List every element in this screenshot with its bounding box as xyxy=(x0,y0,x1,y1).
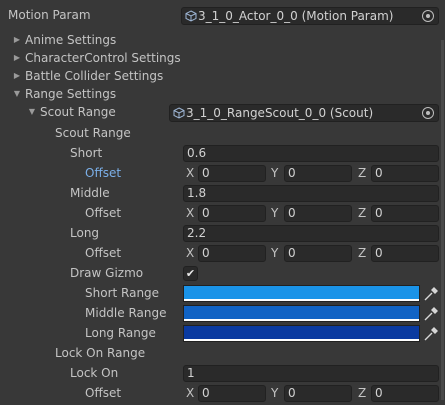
scout-range-ref-row: ▼ Scout Range 3_1_0_RangeScout_0_0 (Scou… xyxy=(0,102,445,122)
color-swatch xyxy=(184,326,419,339)
long-offset-y-field[interactable]: 0 xyxy=(284,245,352,262)
eyedropper-icon[interactable] xyxy=(423,306,439,322)
lock-on-offset-y-field[interactable]: 0 xyxy=(284,385,352,402)
y-axis-label: Y xyxy=(271,166,279,180)
lock-on-range-header-label: Lock On Range xyxy=(55,346,146,360)
foldout-label: Battle Collider Settings xyxy=(25,69,164,83)
foldout-expanded-arrow-icon[interactable]: ▼ xyxy=(27,102,37,122)
middle-label: Middle xyxy=(70,186,110,200)
scout-range-object-name: 3_1_0_RangeScout_0_0 (Scout) xyxy=(186,106,374,120)
scout-range-ref-label: Scout Range xyxy=(40,105,116,119)
long-offset-row: Offset X 0 Y 0 Z 0 xyxy=(0,243,445,263)
foldout-expanded-arrow-icon: ▼ xyxy=(13,89,21,98)
foldout-collapsed-arrow-icon: ▶ xyxy=(13,35,21,44)
x-axis-label: X xyxy=(186,166,195,180)
motion-param-object-field[interactable]: 3_1_0_Actor_0_0 (Motion Param) xyxy=(181,7,439,25)
long-offset-label: Offset xyxy=(85,246,122,260)
x-axis-label: X xyxy=(186,206,195,220)
middle-range-color-row: Middle Range xyxy=(0,303,445,323)
long-offset-z-field[interactable]: 0 xyxy=(371,245,439,262)
long-row: Long 2.2 xyxy=(0,223,445,243)
prefab-cube-icon xyxy=(173,107,185,119)
lock-on-offset-x-field[interactable]: 0 xyxy=(198,385,266,402)
middle-range-color-field[interactable] xyxy=(183,305,420,322)
motion-param-label: Motion Param xyxy=(8,8,91,22)
lock-on-field[interactable]: 1 xyxy=(183,365,439,382)
middle-offset-x-field[interactable]: 0 xyxy=(198,205,266,222)
foldout-collapsed-arrow-icon: ▶ xyxy=(13,53,21,62)
long-range-color-field[interactable] xyxy=(183,325,420,342)
middle-offset-label: Offset xyxy=(85,206,122,220)
foldout-range-settings[interactable]: ▼ Range Settings xyxy=(0,84,445,104)
short-offset-x-field[interactable]: 0 xyxy=(198,165,266,182)
middle-range-color-label: Middle Range xyxy=(85,306,167,320)
foldout-battle-collider-settings[interactable]: ▶ Battle Collider Settings xyxy=(0,66,445,86)
middle-field[interactable]: 1.8 xyxy=(183,185,439,202)
short-row: Short 0.6 xyxy=(0,143,445,163)
foldout-collapsed-arrow-icon: ▶ xyxy=(13,71,21,80)
draw-gizmo-checkbox[interactable]: ✔ xyxy=(183,266,198,281)
lock-on-offset-z-field[interactable]: 0 xyxy=(371,385,439,402)
z-axis-label: Z xyxy=(358,206,367,220)
checkmark-icon: ✔ xyxy=(185,267,196,280)
motion-param-row: Motion Param 3_1_0_Actor_0_0 (Motion Par… xyxy=(0,5,445,25)
middle-offset-row: Offset X 0 Y 0 Z 0 xyxy=(0,203,445,223)
y-axis-label: Y xyxy=(271,246,279,260)
short-label: Short xyxy=(70,146,103,160)
foldout-label: Anime Settings xyxy=(25,33,117,47)
middle-row: Middle 1.8 xyxy=(0,183,445,203)
z-axis-label: Z xyxy=(358,246,367,260)
long-range-color-label: Long Range xyxy=(85,326,156,340)
foldout-anime-settings[interactable]: ▶ Anime Settings xyxy=(0,30,445,50)
x-axis-label: X xyxy=(186,246,195,260)
object-picker-icon[interactable] xyxy=(422,10,434,22)
short-offset-label: Offset xyxy=(85,166,122,180)
draw-gizmo-label: Draw Gizmo xyxy=(70,266,144,280)
y-axis-label: Y xyxy=(271,386,279,400)
short-range-color-label: Short Range xyxy=(85,286,160,300)
lock-on-offset-label: Offset xyxy=(85,386,122,400)
draw-gizmo-row: Draw Gizmo ✔ xyxy=(0,263,445,283)
vertical-scrollbar[interactable] xyxy=(441,40,444,400)
short-field[interactable]: 0.6 xyxy=(183,145,439,162)
foldout-charactercontrol-settings[interactable]: ▶ CharacterControl Settings xyxy=(0,48,445,68)
z-axis-label: Z xyxy=(358,166,367,180)
short-range-color-row: Short Range xyxy=(0,283,445,303)
eyedropper-icon[interactable] xyxy=(423,286,439,302)
lock-on-label: Lock On xyxy=(70,366,119,380)
color-swatch xyxy=(184,286,419,299)
motion-param-object-name: 3_1_0_Actor_0_0 (Motion Param) xyxy=(198,9,394,23)
middle-offset-z-field[interactable]: 0 xyxy=(371,205,439,222)
x-axis-label: X xyxy=(186,386,195,400)
foldout-label: CharacterControl Settings xyxy=(25,51,181,65)
z-axis-label: Z xyxy=(358,386,367,400)
scout-range-object-field[interactable]: 3_1_0_RangeScout_0_0 (Scout) xyxy=(169,104,439,122)
eyedropper-icon[interactable] xyxy=(423,326,439,342)
y-axis-label: Y xyxy=(271,206,279,220)
lock-on-range-header: Lock On Range xyxy=(0,343,445,363)
long-range-color-row: Long Range xyxy=(0,323,445,343)
lock-on-offset-row: Offset X 0 Y 0 Z 0 xyxy=(0,383,445,403)
object-picker-icon[interactable] xyxy=(422,107,434,119)
lock-on-row: Lock On 1 xyxy=(0,363,445,383)
short-offset-row: Offset X 0 Y 0 Z 0 xyxy=(0,163,445,183)
color-swatch xyxy=(184,306,419,319)
short-range-color-field[interactable] xyxy=(183,285,420,302)
scout-range-header-label: Scout Range xyxy=(55,126,131,140)
long-offset-x-field[interactable]: 0 xyxy=(198,245,266,262)
foldout-label: Range Settings xyxy=(25,87,117,101)
scout-range-header: Scout Range xyxy=(0,123,445,143)
long-field[interactable]: 2.2 xyxy=(183,225,439,242)
long-label: Long xyxy=(70,226,100,240)
short-offset-z-field[interactable]: 0 xyxy=(371,165,439,182)
short-offset-y-field[interactable]: 0 xyxy=(284,165,352,182)
prefab-cube-icon xyxy=(185,10,197,22)
middle-offset-y-field[interactable]: 0 xyxy=(284,205,352,222)
